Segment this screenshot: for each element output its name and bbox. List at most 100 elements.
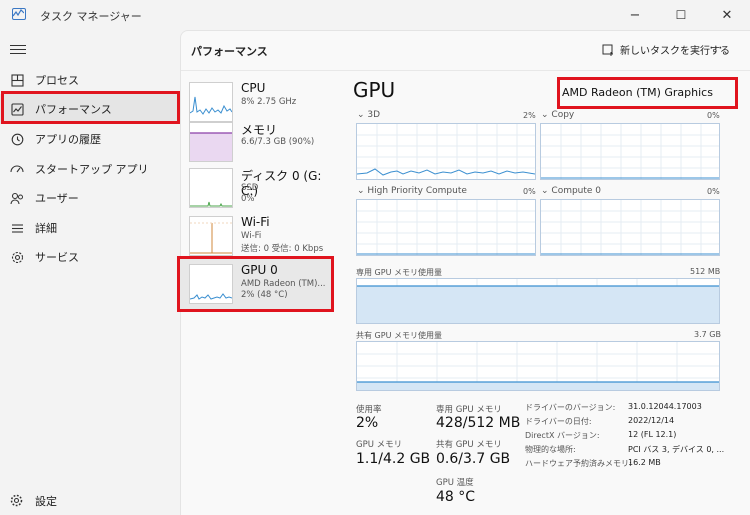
driver-version-label: ドライバーのバージョン: — [525, 403, 616, 412]
engine-3d-label[interactable]: ⌄ 3D — [357, 110, 380, 120]
sidebar-item-details[interactable]: 詳細 — [0, 213, 180, 243]
wifi-thumbnail-graph — [189, 216, 233, 256]
memory-thumbnail-graph — [189, 122, 233, 162]
engine-compute0-label[interactable]: ⌄ Compute 0 — [541, 186, 601, 196]
sidebar-item-performance[interactable]: パフォーマンス — [0, 94, 180, 124]
gpu-memory-label: GPU メモリ — [356, 440, 403, 450]
sidebar-item-label: アプリの履歴 — [35, 133, 101, 146]
gpu-memory-value: 1.1/4.2 GB — [356, 451, 431, 467]
sidebar-item-startup[interactable]: スタートアップ アプリ — [0, 154, 180, 184]
device-name: Wi-Fi — [241, 215, 270, 229]
engine-compute0-pct: 0% — [707, 187, 720, 196]
close-button[interactable]: ✕ — [704, 0, 750, 30]
task-manager-icon — [12, 8, 26, 20]
dedicated-memory-label: 専用 GPU メモリ使用量 — [356, 268, 442, 277]
chevron-down-icon: ⌄ — [541, 186, 552, 196]
sidebar: プロセス パフォーマンス アプリの履歴 スタートアップ アプリ ユーザー 詳細 — [0, 30, 180, 515]
device-detail: 8% 2.75 GHz — [241, 97, 297, 107]
driver-date-value: 2022/12/14 — [628, 416, 675, 425]
device-detail: 0% — [241, 194, 255, 204]
run-task-icon — [602, 44, 614, 56]
device-detail: 6.6/7.3 GB (90%) — [241, 137, 315, 147]
usage-value: 2% — [356, 415, 379, 431]
device-name: CPU — [241, 81, 266, 95]
engine-high-priority-compute-label[interactable]: ⌄ High Priority Compute — [357, 186, 467, 196]
driver-version-value: 31.0.12044.17003 — [628, 402, 702, 411]
gear-icon — [10, 494, 24, 508]
engine-copy-graph — [540, 123, 720, 180]
shared-memory-graph — [356, 341, 720, 391]
gpu-model-name: AMD Radeon (TM) Graphics — [562, 86, 713, 99]
reserved-memory-label: ハードウェア予約済みメモリ: — [525, 459, 632, 468]
reserved-memory-value: 16.2 MB — [628, 458, 661, 467]
shared-memory-max: 3.7 GB — [694, 330, 721, 339]
device-wifi[interactable]: Wi-Fi Wi-Fi 送信: 0 受信: 0 Kbps — [186, 211, 336, 261]
sidebar-item-processes[interactable]: プロセス — [0, 65, 180, 95]
gpu-temp-value: 48 °C — [436, 489, 476, 505]
gpu-title: GPU — [353, 78, 396, 102]
device-disk[interactable]: ディスク 0 (G: C:) SSD 0% — [186, 163, 336, 213]
sidebar-item-app-history[interactable]: アプリの履歴 — [0, 124, 180, 154]
device-gpu[interactable]: GPU 0 AMD Radeon (TM)... 2% (48 °C) — [180, 259, 331, 309]
sidebar-item-label: サービス — [35, 251, 79, 264]
gpu-temp-label: GPU 温度 — [436, 478, 474, 488]
window-title: タスク マネージャー — [40, 10, 142, 23]
dedicated-memory-max: 512 MB — [690, 267, 721, 276]
device-memory[interactable]: メモリ 6.6/7.3 GB (90%) — [186, 117, 336, 167]
chevron-down-icon: ⌄ — [541, 110, 552, 120]
app-history-icon — [10, 132, 24, 146]
sidebar-item-label: 詳細 — [35, 222, 57, 235]
driver-date-label: ドライバーの日付: — [525, 417, 592, 426]
hamburger-menu-icon[interactable] — [10, 42, 26, 56]
performance-icon — [10, 102, 24, 116]
directx-version-label: DirectX バージョン: — [525, 431, 600, 440]
more-options-button[interactable]: ⋯ — [709, 40, 724, 56]
physical-location-label: 物理的な場所: — [525, 445, 576, 454]
engine-high-priority-compute-graph — [356, 199, 536, 256]
users-icon — [10, 191, 24, 205]
device-name: GPU 0 — [241, 263, 278, 277]
physical-location-value: PCI バス 3, デバイス 0, ... — [628, 445, 725, 454]
shared-memory-label: 共有 GPU メモリ使用量 — [356, 331, 442, 340]
shared-memory-stat-value: 0.6/3.7 GB — [436, 451, 511, 467]
device-detail: SSD — [241, 183, 259, 193]
settings-label: 設定 — [35, 495, 57, 508]
sidebar-item-label: パフォーマンス — [35, 103, 112, 116]
engine-3d-graph — [356, 123, 536, 180]
startup-icon — [10, 162, 24, 176]
usage-label: 使用率 — [356, 405, 382, 415]
sidebar-item-users[interactable]: ユーザー — [0, 183, 180, 213]
sidebar-item-label: プロセス — [35, 74, 79, 87]
device-detail: AMD Radeon (TM)... — [241, 279, 326, 289]
engine-high-priority-compute-pct: 0% — [523, 187, 536, 196]
chevron-down-icon: ⌄ — [357, 110, 368, 120]
processes-icon — [10, 73, 24, 87]
shared-memory-stat-label: 共有 GPU メモリ — [436, 440, 502, 450]
directx-version-value: 12 (FL 12.1) — [628, 430, 677, 439]
cpu-thumbnail-graph — [189, 82, 233, 122]
dedicated-memory-stat-value: 428/512 MB — [436, 415, 521, 431]
device-detail: 2% (48 °C) — [241, 290, 288, 300]
engine-copy-label[interactable]: ⌄ Copy — [541, 110, 574, 120]
sidebar-item-services[interactable]: サービス — [0, 242, 180, 272]
engine-copy-pct: 0% — [707, 111, 720, 120]
title-bar: タスク マネージャー − ☐ ✕ — [0, 0, 750, 30]
dedicated-memory-graph — [356, 278, 720, 324]
chevron-down-icon: ⌄ — [357, 186, 368, 196]
page-title: パフォーマンス — [191, 45, 268, 58]
device-detail: Wi-Fi — [241, 231, 262, 241]
services-icon — [10, 250, 24, 264]
disk-thumbnail-graph — [189, 168, 233, 208]
dedicated-memory-stat-label: 専用 GPU メモリ — [436, 405, 502, 415]
minimize-button[interactable]: − — [612, 0, 658, 30]
details-icon — [10, 221, 24, 235]
sidebar-item-label: スタートアップ アプリ — [35, 163, 149, 176]
device-detail: 送信: 0 受信: 0 Kbps — [241, 244, 324, 254]
gpu-thumbnail-graph — [189, 264, 233, 304]
engine-3d-pct: 2% — [523, 111, 536, 120]
sidebar-item-label: ユーザー — [35, 192, 79, 205]
main-header: パフォーマンス 新しいタスクを実行する ⋯ — [181, 31, 750, 71]
maximize-button[interactable]: ☐ — [658, 0, 704, 30]
settings-button[interactable]: 設定 — [0, 488, 180, 514]
engine-compute0-graph — [540, 199, 720, 256]
